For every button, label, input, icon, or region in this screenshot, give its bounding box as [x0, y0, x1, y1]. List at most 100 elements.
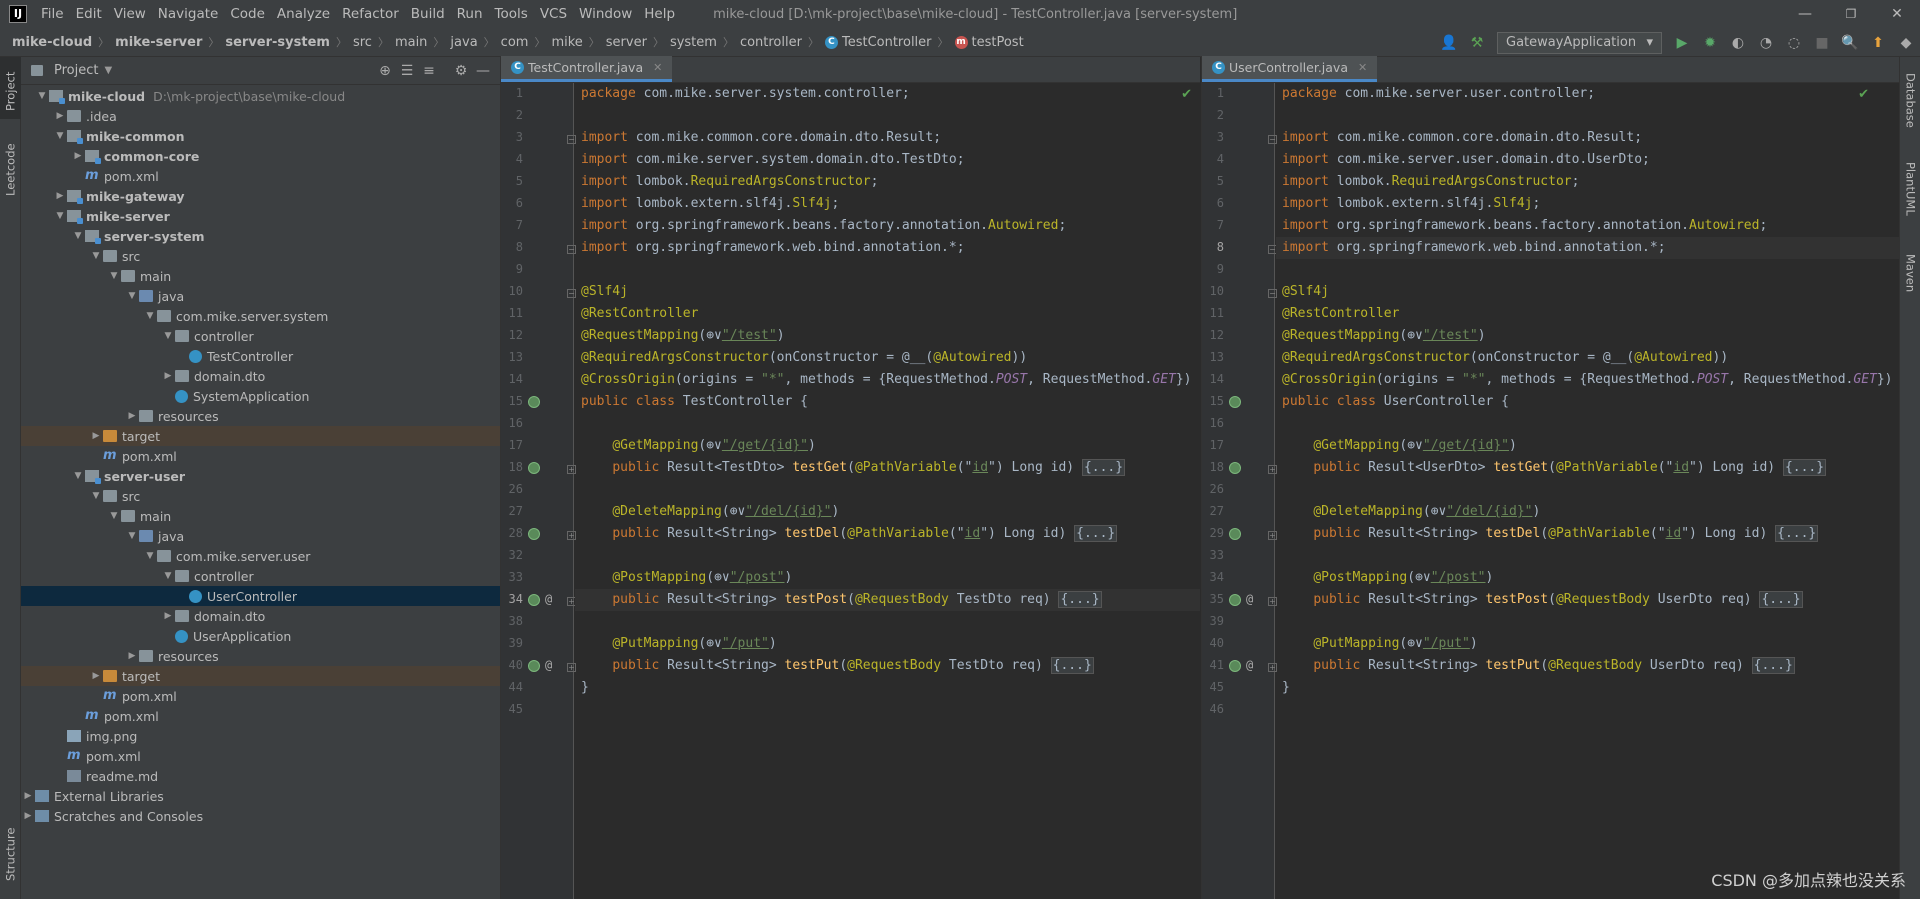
stop-icon[interactable]: ■ [1810, 31, 1834, 55]
menu-analyze[interactable]: Analyze [271, 6, 336, 22]
tree-item-domain-dto[interactable]: ▶ domain.dto [21, 606, 500, 626]
debug-icon[interactable]: ✹ [1698, 31, 1722, 55]
intellij-logo-icon[interactable]: IJ [9, 5, 27, 23]
chevron-right-icon[interactable]: ▶ [161, 371, 175, 381]
expand-all-icon[interactable]: ☰ [396, 63, 418, 79]
chevron-down-icon[interactable]: ▼ [53, 211, 67, 221]
tree-item-package[interactable]: ▼ com.mike.server.user [21, 546, 500, 566]
tree-item-testcontroller[interactable]: TestController [21, 346, 500, 366]
leetcode-tool-tab[interactable]: Leetcode [0, 137, 21, 203]
tree-item-server-system[interactable]: ▼ server-system [21, 226, 500, 246]
tree-item-server-user[interactable]: ▼ server-user [21, 466, 500, 486]
menu-refactor[interactable]: Refactor [336, 6, 405, 22]
chevron-right-icon[interactable]: ▶ [21, 811, 35, 821]
tree-item-main[interactable]: ▼ main [21, 506, 500, 526]
tree-item-pom[interactable]: m pom.xml [21, 686, 500, 706]
tree-item-userapplication[interactable]: UserApplication [21, 626, 500, 646]
breadcrumb-item[interactable]: controller [740, 35, 802, 50]
tree-item-usercontroller[interactable]: UserController [21, 586, 500, 606]
chevron-down-icon[interactable]: ▼ [143, 311, 157, 321]
tree-item-src[interactable]: ▼ src [21, 486, 500, 506]
maximize-button[interactable]: ❐ [1828, 0, 1874, 28]
coverage-icon[interactable]: ◐ [1726, 31, 1750, 55]
spring-endpoint-icon[interactable] [1229, 462, 1241, 474]
chevron-right-icon[interactable]: ▶ [89, 671, 103, 681]
tree-item-readme[interactable]: readme.md [21, 766, 500, 786]
tree-item-resources[interactable]: ▶ resources [21, 646, 500, 666]
tree-item-external-libraries[interactable]: ▶ External Libraries [21, 786, 500, 806]
tree-item-mike-gateway[interactable]: ▶ mike-gateway [21, 186, 500, 206]
tree-item-systemapplication[interactable]: SystemApplication [21, 386, 500, 406]
inspection-ok-icon[interactable]: ✔ [1181, 87, 1192, 102]
tree-item-scratches[interactable]: ▶ Scratches and Consoles [21, 806, 500, 826]
code-area[interactable]: package com.mike.server.system.controlle… [575, 83, 1200, 899]
tree-item-mike-common[interactable]: ▼ mike-common [21, 126, 500, 146]
menu-view[interactable]: View [108, 6, 152, 22]
chevron-down-icon[interactable]: ▼ [104, 65, 112, 76]
chevron-right-icon[interactable]: ▶ [71, 151, 85, 161]
chevron-down-icon[interactable]: ▼ [107, 511, 121, 521]
menu-help[interactable]: Help [638, 6, 681, 22]
tree-item-controller[interactable]: ▼ controller [21, 566, 500, 586]
chevron-down-icon[interactable]: ▼ [161, 571, 175, 581]
close-tab-icon[interactable]: ✕ [1358, 61, 1367, 74]
tree-item-mike-cloud[interactable]: ▼ mike-cloud D:\mk-project\base\mike-cloud [21, 86, 500, 106]
menu-file[interactable]: File [35, 6, 70, 22]
hide-panel-icon[interactable]: — [472, 63, 494, 79]
tree-item-pom[interactable]: m pom.xml [21, 706, 500, 726]
minimize-button[interactable]: — [1782, 0, 1828, 28]
tree-item-mike-server[interactable]: ▼ mike-server [21, 206, 500, 226]
chevron-down-icon[interactable]: ▼ [89, 491, 103, 501]
plugin-icon[interactable]: ◆ [1894, 31, 1918, 55]
tree-item-target[interactable]: ▶ target [21, 426, 500, 446]
breadcrumb-item[interactable]: main [395, 35, 427, 50]
chevron-down-icon[interactable]: ▼ [89, 251, 103, 261]
spring-endpoint-icon[interactable] [528, 462, 540, 474]
tree-item-pom[interactable]: m pom.xml [21, 746, 500, 766]
tree-item-pom[interactable]: m pom.xml [21, 446, 500, 466]
breadcrumb-item[interactable]: server [606, 35, 647, 50]
breadcrumb-item[interactable]: mike-server [115, 35, 202, 50]
chevron-down-icon[interactable]: ▼ [107, 271, 121, 281]
tree-item-java[interactable]: ▼ java [21, 286, 500, 306]
breadcrumb-item[interactable]: mike-cloud [12, 35, 92, 50]
tree-item-java[interactable]: ▼ java [21, 526, 500, 546]
chevron-down-icon[interactable]: ▼ [125, 531, 139, 541]
structure-tool-tab[interactable]: Structure [0, 819, 21, 889]
attach-icon[interactable]: ◌ [1782, 31, 1806, 55]
tree-item-domain-dto[interactable]: ▶ domain.dto [21, 366, 500, 386]
chevron-down-icon[interactable]: ▼ [71, 231, 85, 241]
chevron-down-icon[interactable]: ▼ [143, 551, 157, 561]
collapse-all-icon[interactable]: ≡ [418, 63, 440, 79]
tree-item-src[interactable]: ▼ src [21, 246, 500, 266]
override-at-icon[interactable]: @ [545, 658, 552, 672]
spring-bean-icon[interactable] [1229, 396, 1241, 408]
tree-item-common-core[interactable]: ▶ common-core [21, 146, 500, 166]
project-view-selector[interactable]: Project [54, 63, 98, 78]
menu-tools[interactable]: Tools [489, 6, 534, 22]
tree-item-controller[interactable]: ▼ controller [21, 326, 500, 346]
spring-endpoint-icon[interactable] [1229, 594, 1241, 606]
breadcrumb-item[interactable]: TestController [842, 35, 932, 50]
chevron-right-icon[interactable]: ▶ [53, 111, 67, 121]
spring-endpoint-icon[interactable] [1229, 660, 1241, 672]
chevron-down-icon[interactable]: ▼ [53, 131, 67, 141]
menu-vcs[interactable]: VCS [534, 6, 573, 22]
breadcrumb-item[interactable]: system [670, 35, 717, 50]
locate-file-icon[interactable]: ⊕ [374, 63, 396, 79]
gear-icon[interactable]: ⚙ [450, 63, 472, 79]
tree-item-pom[interactable]: m pom.xml [21, 166, 500, 186]
breadcrumb-item[interactable]: server-system [225, 35, 330, 50]
menu-edit[interactable]: Edit [70, 6, 108, 22]
tree-item-package[interactable]: ▼ com.mike.server.system [21, 306, 500, 326]
build-hammer-icon[interactable]: ⚒ [1465, 31, 1489, 55]
breadcrumb-item[interactable]: java [450, 35, 477, 50]
chevron-right-icon[interactable]: ▶ [89, 431, 103, 441]
chevron-down-icon[interactable]: ▼ [71, 471, 85, 481]
override-at-icon[interactable]: @ [1246, 658, 1253, 672]
profile-icon[interactable]: ◔ [1754, 31, 1778, 55]
spring-bean-icon[interactable] [528, 396, 540, 408]
close-window-button[interactable]: ✕ [1874, 0, 1920, 28]
update-icon[interactable]: ⬆ [1866, 31, 1890, 55]
tree-item-img-png[interactable]: img.png [21, 726, 500, 746]
